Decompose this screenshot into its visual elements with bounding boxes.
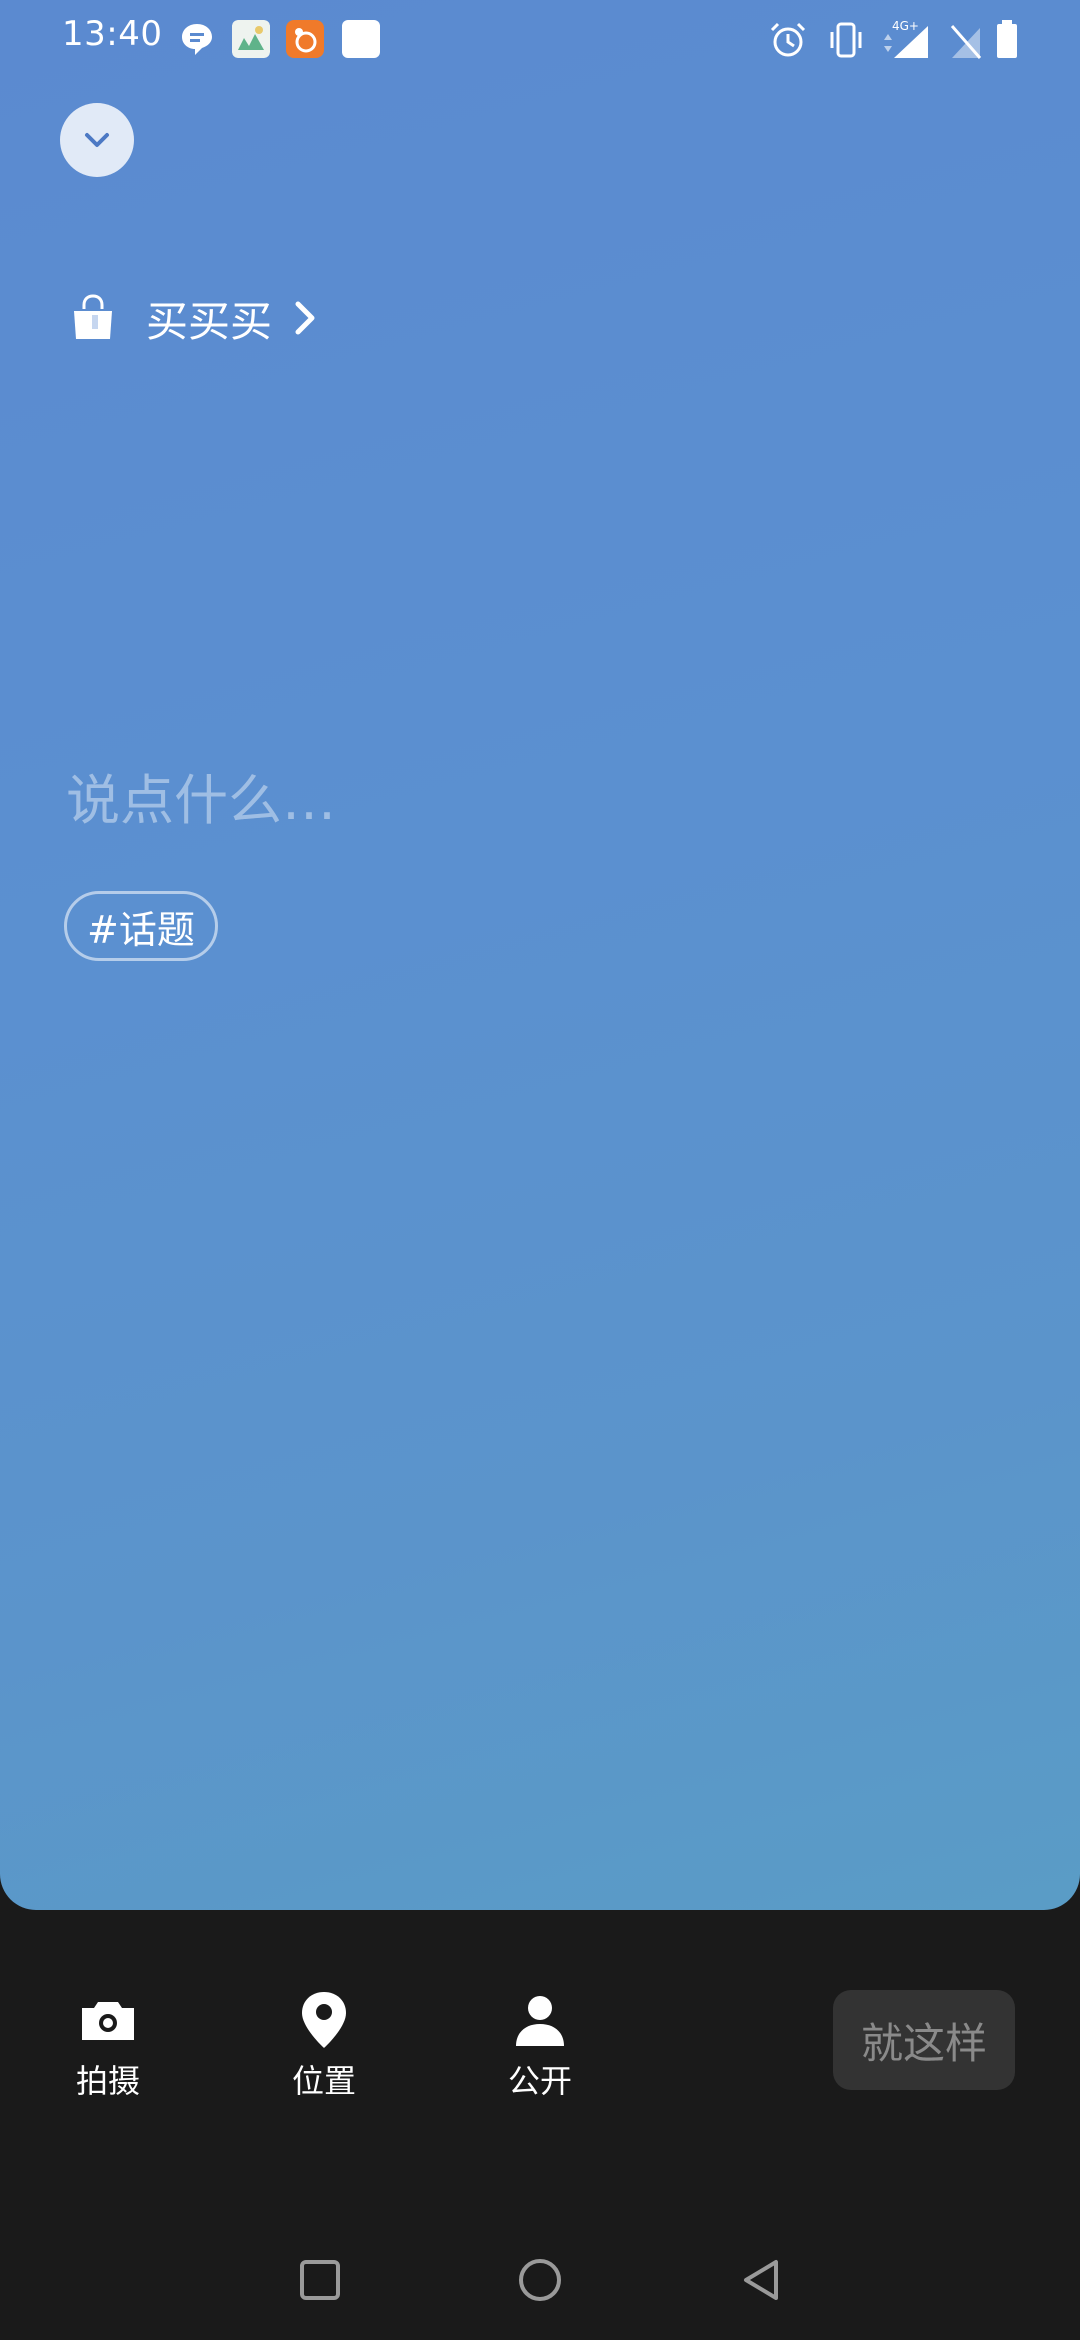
shop-link[interactable]: 买买买: [68, 288, 320, 348]
circle-icon: [519, 2259, 561, 2301]
submit-button-label: 就这样: [860, 2018, 987, 2068]
toolbar-label-camera: 拍摄: [75, 2062, 140, 2100]
topic-chip[interactable]: #话题: [64, 891, 218, 961]
toolbar-item-location[interactable]: 位置: [254, 1990, 394, 2102]
status-bar: 13:40 4G+: [0, 0, 1080, 80]
chevron-right-icon: [295, 301, 315, 335]
uc-browser-icon: [286, 20, 324, 58]
toolbar-item-visibility[interactable]: 公开: [470, 1990, 610, 2102]
signal-4g-icon: 4G+: [884, 19, 928, 58]
battery-icon: [997, 20, 1017, 58]
collapse-button[interactable]: [60, 103, 134, 177]
nav-home-button[interactable]: [510, 2250, 570, 2310]
topic-chip-label: #话题: [87, 907, 195, 952]
network-type-label: 4G+: [892, 19, 919, 33]
toolbar-label-location: 位置: [291, 2062, 356, 2100]
message-notification-icon: [182, 24, 212, 55]
chevron-down-icon: [85, 133, 109, 147]
no-sim-icon: [950, 25, 982, 59]
vibrate-icon: [830, 22, 862, 58]
nav-back-button[interactable]: [732, 2250, 792, 2310]
shopping-bag-icon: [74, 294, 112, 339]
status-time: 13:40: [62, 14, 163, 54]
shop-link-label: 买买买: [146, 296, 273, 346]
screen: 13:40 4G+ 买买买 说点什么… #话题 拍摄 位置 公开 就这样: [0, 0, 1080, 2340]
camera-icon: [82, 2002, 134, 2040]
blank-notification-icon: [342, 20, 380, 58]
alarm-icon: [770, 22, 806, 57]
square-icon: [300, 2260, 340, 2300]
composer-card: 13:40 4G+ 买买买 说点什么… #话题: [0, 0, 1080, 1910]
post-text-input[interactable]: [66, 765, 1006, 835]
triangle-back-icon: [744, 2260, 778, 2300]
gallery-app-icon: [232, 20, 270, 58]
location-pin-icon: [302, 1992, 346, 2048]
toolbar-item-camera[interactable]: 拍摄: [38, 1990, 178, 2102]
nav-recents-button[interactable]: [290, 2250, 350, 2310]
person-icon: [516, 1996, 564, 2046]
toolbar-label-visibility: 公开: [507, 2062, 572, 2100]
submit-button[interactable]: 就这样: [833, 1990, 1015, 2090]
